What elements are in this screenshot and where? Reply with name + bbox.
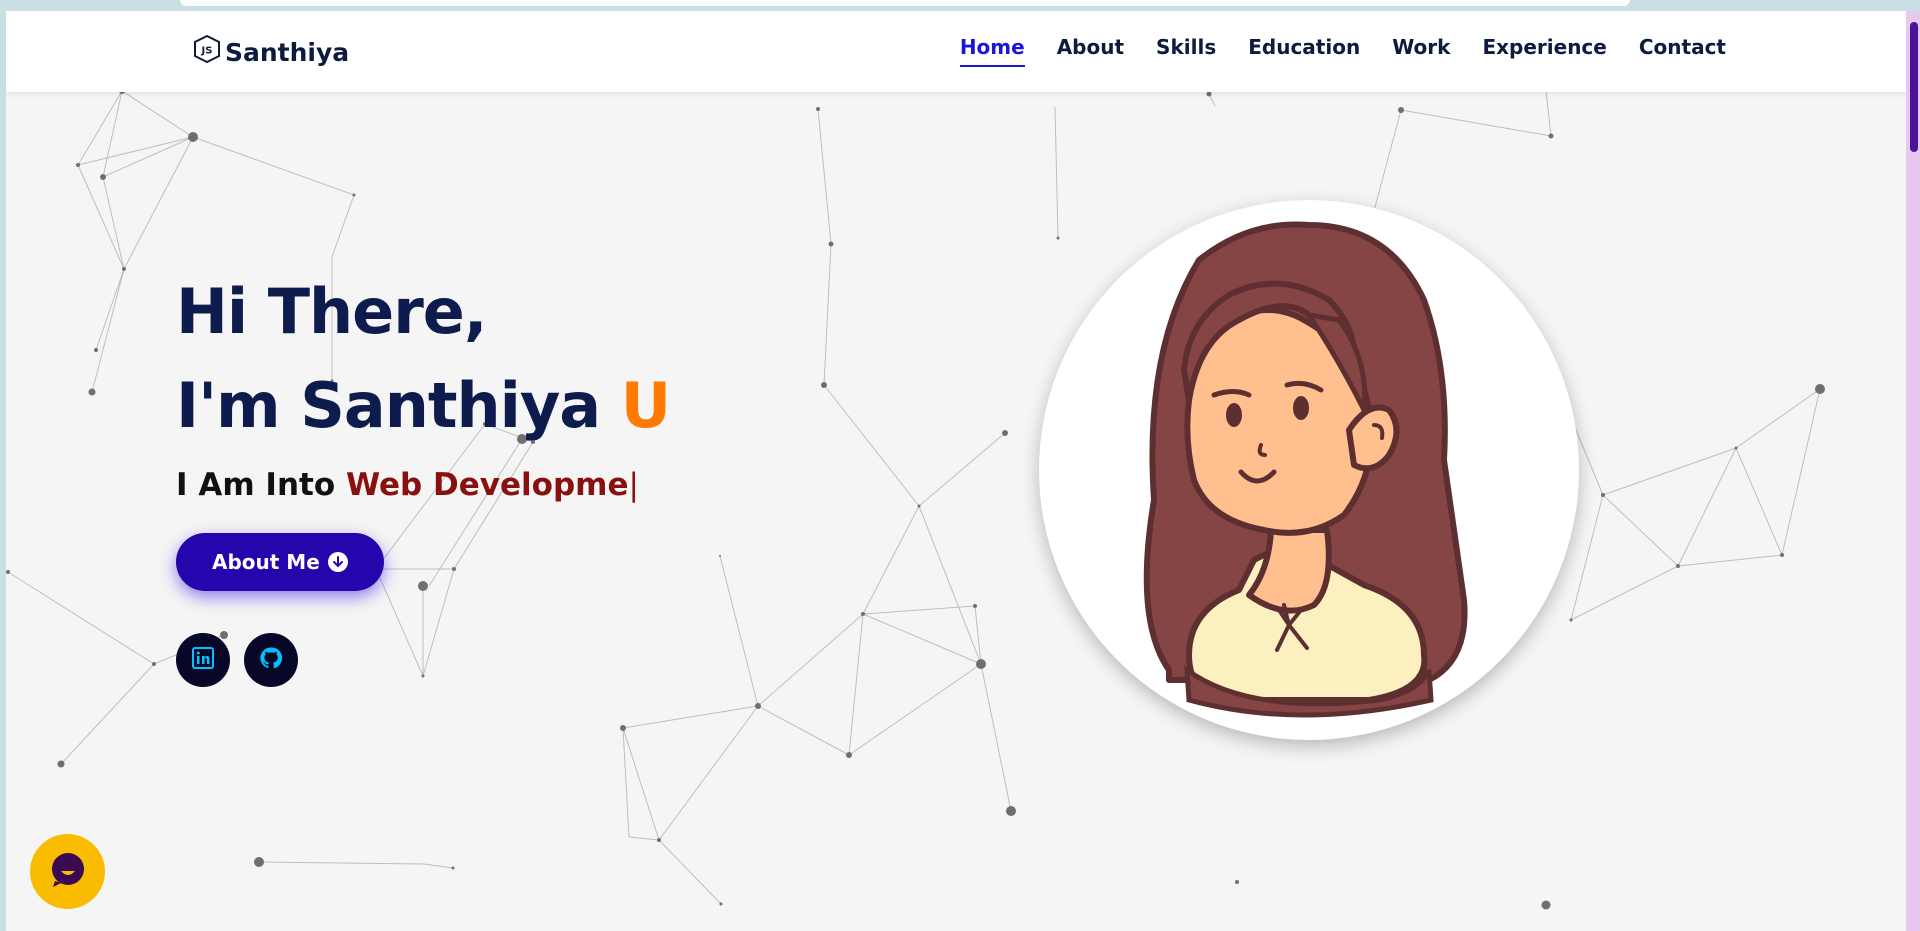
nav-work[interactable]: Work xyxy=(1392,35,1450,67)
linkedin-icon xyxy=(192,647,214,673)
hero-heading: Hi There, I'm Santhiya U xyxy=(176,265,671,453)
typing-cursor: | xyxy=(628,467,639,503)
svg-text:JS: JS xyxy=(201,46,213,57)
nav-about[interactable]: About xyxy=(1057,35,1124,67)
github-icon xyxy=(259,646,283,674)
scrollbar-thumb[interactable] xyxy=(1910,22,1918,152)
nav-contact[interactable]: Contact xyxy=(1639,35,1726,67)
name-initial: U xyxy=(620,369,671,442)
page-scrollbar[interactable] xyxy=(1906,11,1920,931)
typing-role: Web Developme xyxy=(345,467,629,503)
typing-line: I Am Into Web Developme| xyxy=(176,467,670,503)
nav-home[interactable]: Home xyxy=(959,35,1025,67)
chat-icon xyxy=(49,851,87,893)
navbar: JS Santhiya Home About Skills Education … xyxy=(6,11,1908,92)
browser-tab-strip xyxy=(180,0,1630,6)
about-me-label: About Me xyxy=(212,550,320,574)
linkedin-link[interactable] xyxy=(176,633,230,687)
hero-section: Hi There, I'm Santhiya U I Am Into Web D… xyxy=(176,265,671,687)
cartoon-girl-illustration xyxy=(1143,221,1468,718)
typing-prefix: I Am Into xyxy=(176,467,336,503)
arrow-down-circle-icon xyxy=(327,552,348,572)
chat-widget-button[interactable] xyxy=(30,834,105,909)
social-links xyxy=(176,633,670,687)
greeting-text: Hi There, xyxy=(176,275,487,348)
nav-education[interactable]: Education xyxy=(1248,35,1360,67)
main-nav: Home About Skills Education Work Experie… xyxy=(959,35,1726,67)
github-link[interactable] xyxy=(244,633,298,687)
nav-skills[interactable]: Skills xyxy=(1156,35,1216,67)
brand-logo[interactable]: JS Santhiya xyxy=(193,34,349,70)
nav-experience[interactable]: Experience xyxy=(1482,35,1606,67)
about-me-button[interactable]: About Me xyxy=(176,533,384,591)
js-logo-icon: JS xyxy=(193,34,221,70)
page: JS Santhiya Home About Skills Education … xyxy=(6,11,1908,931)
brand-name: Santhiya xyxy=(225,37,350,67)
profile-avatar xyxy=(1039,200,1579,740)
intro-text: I'm Santhiya xyxy=(176,369,601,442)
